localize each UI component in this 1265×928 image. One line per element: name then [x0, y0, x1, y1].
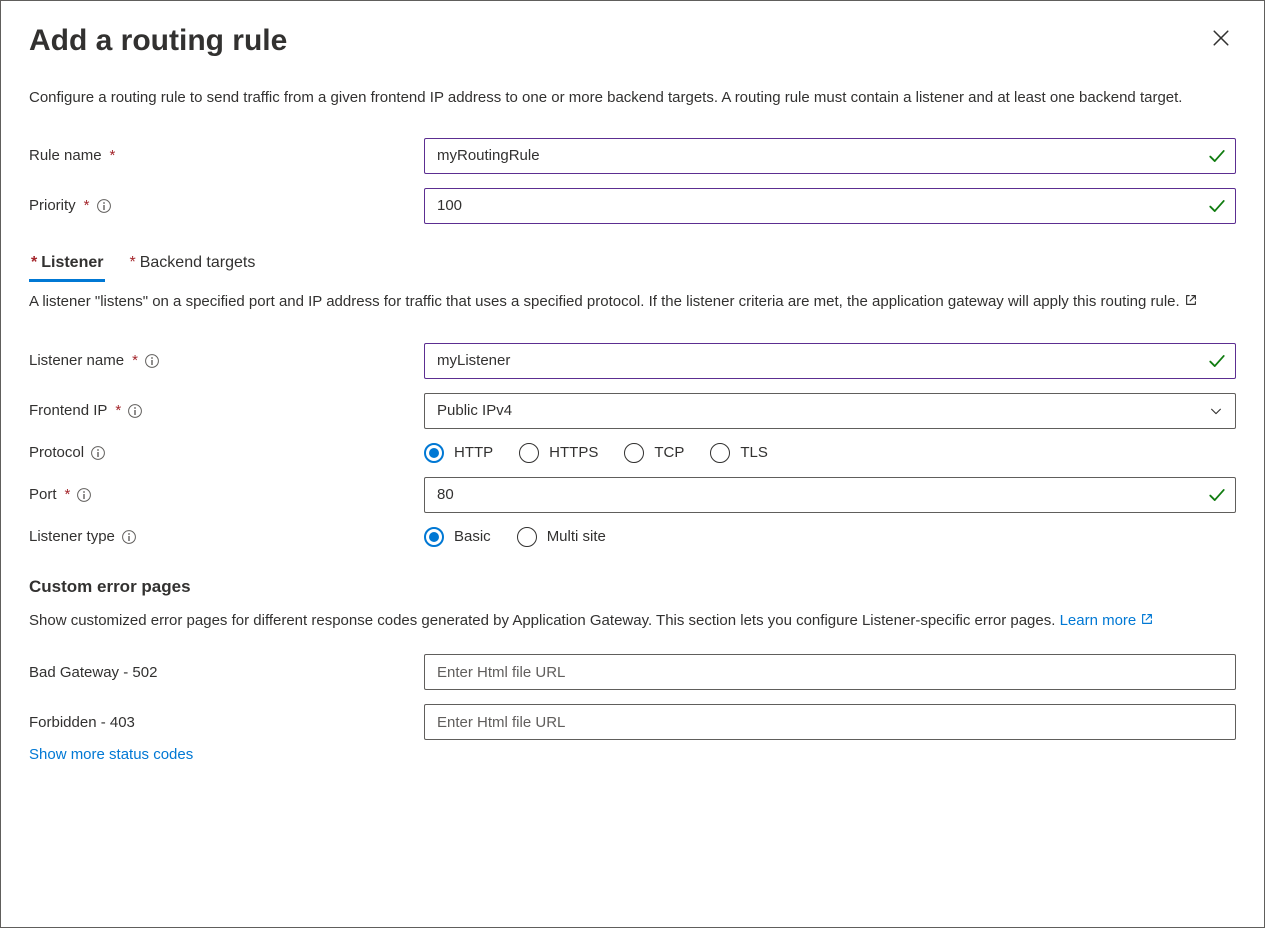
label-rule-name: Rule name*: [29, 147, 424, 164]
external-link-icon: [1140, 612, 1154, 626]
label-listener-name: Listener name*: [29, 352, 424, 369]
port-input[interactable]: [424, 477, 1236, 513]
panel-header: Add a routing rule: [29, 23, 1236, 59]
protocol-radio-https[interactable]: HTTPS: [519, 443, 598, 463]
radio-icon: [519, 443, 539, 463]
row-port: Port*: [29, 477, 1236, 513]
rule-name-input[interactable]: [424, 138, 1236, 174]
required-marker: *: [129, 254, 135, 271]
label-forbidden: Forbidden - 403: [29, 714, 424, 731]
row-listener-type: Listener type Basic Multi site: [29, 527, 1236, 547]
check-icon: [1208, 147, 1226, 165]
close-icon: [1212, 29, 1230, 47]
row-priority: Priority*: [29, 188, 1236, 224]
check-icon: [1208, 352, 1226, 370]
label-protocol: Protocol: [29, 444, 424, 461]
label-port: Port*: [29, 486, 424, 503]
radio-icon: [424, 527, 444, 547]
frontend-ip-value: Public IPv4: [437, 402, 512, 419]
check-icon: [1208, 197, 1226, 215]
radio-icon: [624, 443, 644, 463]
required-marker: *: [65, 486, 71, 503]
listener-type-radio-basic[interactable]: Basic: [424, 527, 491, 547]
required-marker: *: [115, 402, 121, 419]
radio-icon: [710, 443, 730, 463]
bad-gateway-input[interactable]: [424, 654, 1236, 690]
priority-input[interactable]: [424, 188, 1236, 224]
info-icon[interactable]: [76, 487, 92, 503]
tab-backend-targets[interactable]: *Backend targets: [127, 248, 257, 282]
close-button[interactable]: [1206, 23, 1236, 53]
info-icon[interactable]: [127, 403, 143, 419]
required-marker: *: [31, 254, 37, 271]
info-icon[interactable]: [90, 445, 106, 461]
listener-name-input[interactable]: [424, 343, 1236, 379]
panel-title: Add a routing rule: [29, 23, 287, 59]
listener-tab-description: A listener "listens" on a specified port…: [29, 290, 1236, 313]
radio-icon: [517, 527, 537, 547]
protocol-radio-http[interactable]: HTTP: [424, 443, 493, 463]
routing-rule-panel: Add a routing rule Configure a routing r…: [0, 0, 1265, 928]
check-icon: [1208, 486, 1226, 504]
label-frontend-ip: Frontend IP*: [29, 402, 424, 419]
forbidden-input[interactable]: [424, 704, 1236, 740]
external-link-icon[interactable]: [1184, 293, 1198, 307]
required-marker: *: [132, 352, 138, 369]
protocol-radio-tls[interactable]: TLS: [710, 443, 768, 463]
frontend-ip-select[interactable]: Public IPv4: [424, 393, 1236, 429]
protocol-radio-group: HTTP HTTPS TCP TLS: [424, 443, 1236, 463]
required-marker: *: [110, 147, 116, 164]
tab-listener[interactable]: *Listener: [29, 248, 105, 282]
label-listener-type: Listener type: [29, 528, 424, 545]
tabs: *Listener *Backend targets: [29, 248, 1236, 282]
protocol-radio-tcp[interactable]: TCP: [624, 443, 684, 463]
info-icon[interactable]: [144, 353, 160, 369]
listener-type-radio-multisite[interactable]: Multi site: [517, 527, 606, 547]
row-forbidden: Forbidden - 403: [29, 704, 1236, 740]
row-frontend-ip: Frontend IP* Public IPv4: [29, 393, 1236, 429]
learn-more-link[interactable]: Learn more: [1060, 612, 1155, 629]
label-priority: Priority*: [29, 197, 424, 214]
custom-error-description: Show customized error pages for differen…: [29, 609, 1236, 632]
listener-type-radio-group: Basic Multi site: [424, 527, 1236, 547]
custom-error-heading: Custom error pages: [29, 577, 1236, 597]
row-bad-gateway: Bad Gateway - 502: [29, 654, 1236, 690]
row-protocol: Protocol HTTP HTTPS TCP TLS: [29, 443, 1236, 463]
radio-icon: [424, 443, 444, 463]
row-rule-name: Rule name*: [29, 138, 1236, 174]
info-icon[interactable]: [96, 198, 112, 214]
required-marker: *: [84, 197, 90, 214]
info-icon[interactable]: [121, 529, 137, 545]
row-listener-name: Listener name*: [29, 343, 1236, 379]
panel-description: Configure a routing rule to send traffic…: [29, 87, 1236, 110]
show-more-status-codes-link[interactable]: Show more status codes: [29, 746, 193, 763]
chevron-down-icon: [1209, 404, 1223, 418]
label-bad-gateway: Bad Gateway - 502: [29, 664, 424, 681]
